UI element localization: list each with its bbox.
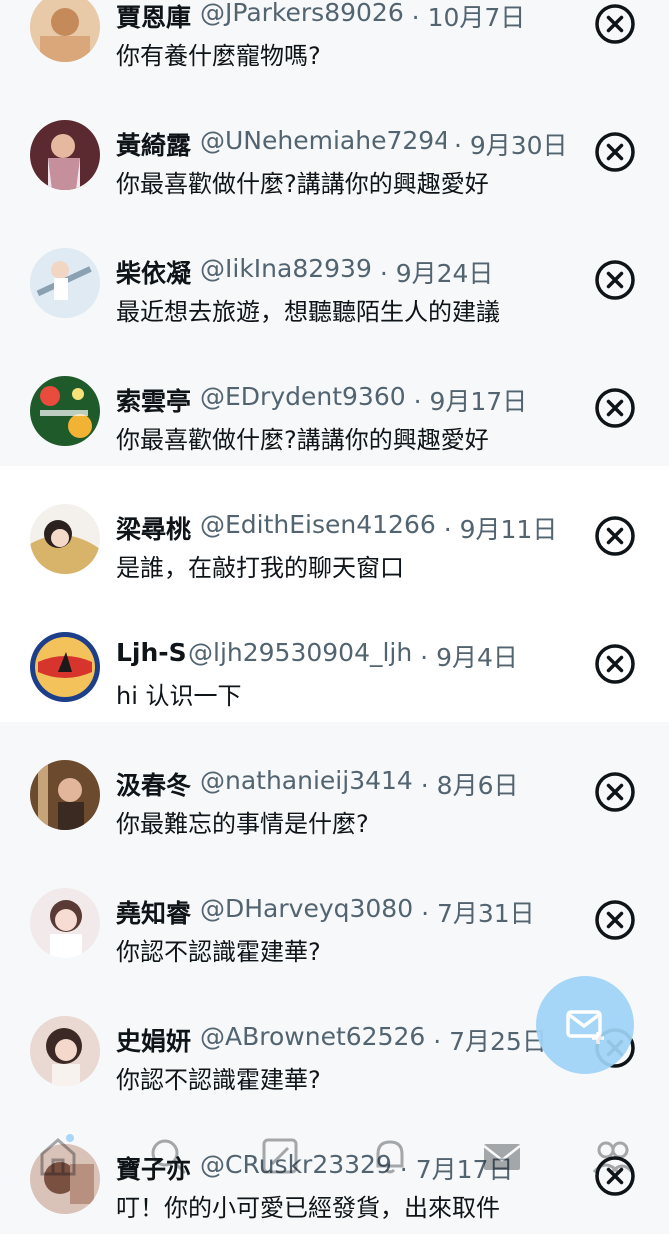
- sender-name: 汲春冬: [116, 771, 192, 800]
- sender-name: Ljh-S: [116, 638, 187, 667]
- conversation-row[interactable]: 汲春冬 @nathanieij3414 · 8月6日 你最難忘的事情是什麼?: [0, 722, 669, 850]
- conversation-row[interactable]: 黃綺露 @UNehemiahe72945 · 9月30日 你最喜歡做什麼?講講你…: [0, 82, 669, 210]
- separator: ·: [435, 515, 460, 544]
- sender-meta: @ljh29530904_ljh · 9月4日: [188, 638, 518, 674]
- sender-meta: @CRuskr23329 · 7月17日: [200, 1150, 513, 1186]
- separator: ·: [446, 131, 470, 160]
- separator: ·: [371, 259, 396, 288]
- sender-handle: @JParkers89026: [200, 0, 404, 27]
- sender-meta: @nathanieij3414 · 8月6日: [200, 766, 518, 802]
- sender-meta: @EdithEisen41266 · 9月11日: [200, 510, 557, 546]
- sender-meta: @UNehemiahe72945 · 9月30日: [200, 126, 568, 162]
- avatar[interactable]: [30, 504, 100, 574]
- message-preview: 你有養什麼寵物嗎?: [116, 42, 321, 70]
- message-preview: 你認不認識霍建華?: [116, 938, 321, 966]
- close-circle-icon[interactable]: [595, 516, 635, 556]
- avatar[interactable]: [30, 0, 100, 62]
- avatar[interactable]: [30, 632, 100, 702]
- avatar[interactable]: [30, 1144, 100, 1214]
- separator: ·: [425, 1027, 450, 1056]
- sender-name: 堯知睿: [116, 899, 192, 928]
- message-date: 9月11日: [459, 515, 558, 544]
- close-circle-icon[interactable]: [595, 4, 635, 44]
- close-circle-icon[interactable]: [595, 1156, 635, 1196]
- sender-meta: @JParkers89026 · 10月7日: [200, 0, 525, 34]
- sender-handle: @EDrydent9360: [200, 382, 406, 411]
- close-circle-icon[interactable]: [595, 388, 635, 428]
- conversation-row[interactable]: 堯知睿 @DHarveyq3080 · 7月31日 你認不認識霍建華?: [0, 850, 669, 978]
- avatar[interactable]: [30, 888, 100, 958]
- sender-name: 索雲亭: [116, 387, 192, 416]
- sender-name: 黃綺露: [116, 131, 192, 160]
- message-date: 8月6日: [436, 771, 519, 800]
- conversation-row[interactable]: 索雲亭 @EDrydent9360 · 9月17日 你最喜歡做什麼?講講你的興趣…: [0, 338, 669, 466]
- sender-name: 史娟妍: [116, 1027, 192, 1056]
- message-preview: hi 认识一下: [116, 682, 242, 710]
- avatar[interactable]: [30, 248, 100, 318]
- message-date: 7月25日: [449, 1027, 547, 1056]
- message-date: 7月31日: [436, 899, 535, 928]
- message-date: 9月30日: [469, 131, 568, 160]
- sender-name: 梁尋桃: [116, 515, 192, 544]
- sender-name: 柴依凝: [116, 259, 192, 288]
- message-preview: 最近想去旅遊，想聽聽陌生人的建議: [116, 298, 500, 326]
- close-circle-icon[interactable]: [595, 900, 635, 940]
- conversation-row[interactable]: 梁尋桃 @EdithEisen41266 · 9月11日 是誰，在敲打我的聊天窗…: [0, 466, 669, 594]
- separator: ·: [412, 771, 437, 800]
- sender-meta: @DHarveyq3080 · 7月31日: [200, 894, 535, 930]
- sender-handle: @DHarveyq3080: [200, 894, 414, 923]
- sender-handle: @UNehemiahe72945: [200, 126, 446, 155]
- message-date: 9月4日: [436, 643, 518, 672]
- message-date: 9月17日: [429, 387, 528, 416]
- sender-meta: @ABrownet62526 · 7月25日: [200, 1022, 547, 1058]
- message-preview: 你最喜歡做什麼?講講你的興趣愛好: [116, 426, 489, 454]
- sender-handle: @nathanieij3414: [200, 766, 413, 795]
- message-preview: 你最喜歡做什麼?講講你的興趣愛好: [116, 170, 489, 198]
- avatar[interactable]: [30, 376, 100, 446]
- close-circle-icon[interactable]: [595, 132, 635, 172]
- message-preview: 是誰，在敲打我的聊天窗口: [116, 554, 404, 582]
- sender-meta: @EDrydent9360 · 9月17日: [200, 382, 527, 418]
- avatar[interactable]: [30, 760, 100, 830]
- sender-handle: @ljh29530904_ljh: [188, 638, 413, 667]
- sender-meta: @IikIna82939 · 9月24日: [200, 254, 493, 290]
- new-message-button[interactable]: [536, 976, 634, 1074]
- conversation-row[interactable]: 寶子亦 @CRuskr23329 · 7月17日 叮！你的小可愛已經發貨，出來取…: [0, 1106, 669, 1234]
- new-message-icon: [566, 1010, 604, 1044]
- sender-handle: @IikIna82939: [200, 254, 372, 283]
- separator: ·: [412, 643, 437, 672]
- message-date: 10月7日: [427, 3, 526, 32]
- message-preview: 你最難忘的事情是什麼?: [116, 810, 369, 838]
- message-date: 9月24日: [395, 259, 494, 288]
- conversation-row[interactable]: 柴依凝 @IikIna82939 · 9月24日 最近想去旅遊，想聽聽陌生人的建…: [0, 210, 669, 338]
- avatar[interactable]: [30, 1016, 100, 1086]
- separator: ·: [405, 387, 430, 416]
- close-circle-icon[interactable]: [595, 260, 635, 300]
- message-preview: 叮！你的小可愛已經發貨，出來取件: [116, 1194, 500, 1222]
- avatar[interactable]: [30, 120, 100, 190]
- separator: ·: [391, 1155, 416, 1184]
- close-circle-icon[interactable]: [595, 772, 635, 812]
- sender-name: 寶子亦: [116, 1155, 192, 1184]
- sender-handle: @CRuskr23329: [200, 1150, 392, 1179]
- separator: ·: [403, 3, 428, 32]
- separator: ·: [413, 899, 437, 928]
- conversation-row[interactable]: Ljh-S @ljh29530904_ljh · 9月4日 hi 认识一下: [0, 594, 669, 722]
- conversation-row[interactable]: 賈恩庫 @JParkers89026 · 10月7日 你有養什麼寵物嗎?: [0, 0, 669, 82]
- sender-name: 賈恩庫: [116, 3, 192, 32]
- close-circle-icon[interactable]: [595, 644, 635, 684]
- sender-handle: @ABrownet62526: [200, 1022, 426, 1051]
- message-date: 7月17日: [415, 1155, 514, 1184]
- message-preview: 你認不認識霍建華?: [116, 1066, 321, 1094]
- sender-handle: @EdithEisen41266: [200, 510, 436, 539]
